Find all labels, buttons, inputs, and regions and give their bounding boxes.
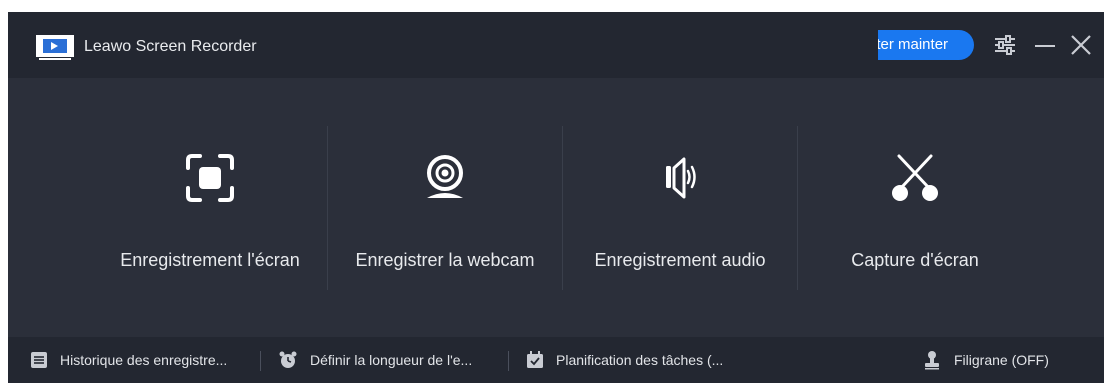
audio-record-label: Enregistrement audio (594, 250, 766, 270)
task-schedule-button[interactable]: Planification des tâches (... (526, 337, 723, 383)
webcam-icon (427, 155, 463, 198)
buy-now-button[interactable]: eter mainter (878, 30, 974, 60)
set-duration-button[interactable]: Définir la longueur de l'e... (278, 337, 472, 383)
screenshot-button[interactable]: Capture d'écran (798, 126, 1032, 290)
screen-record-button[interactable]: Enregistrement l'écran (93, 126, 327, 290)
webcam-record-button[interactable]: Enregistrer la webcam (328, 126, 562, 290)
set-duration-label: Définir la longueur de l'e... (310, 352, 473, 368)
close-icon[interactable] (1068, 32, 1094, 58)
divider (260, 351, 261, 371)
speaker-icon (666, 157, 696, 199)
app-title: Leawo Screen Recorder (84, 38, 257, 55)
list-icon (31, 352, 47, 368)
bottom-toolbar: Historique des enregistre... Définir la … (8, 337, 1104, 383)
alarm-clock-icon (279, 351, 297, 368)
recording-history-label: Historique des enregistre... (60, 352, 228, 368)
audio-record-button[interactable]: Enregistrement audio (563, 126, 797, 290)
screen-record-icon (186, 154, 234, 202)
app-window: Leawo Screen Recorder eter mainter (8, 12, 1104, 383)
settings-sliders-icon[interactable] (992, 32, 1018, 58)
screenshot-label: Capture d'écran (851, 250, 979, 270)
buy-now-label: eter mainter (878, 36, 949, 53)
screen-record-label: Enregistrement l'écran (120, 250, 300, 270)
title-bar: Leawo Screen Recorder eter mainter (8, 12, 1104, 78)
calendar-check-icon (527, 351, 543, 368)
divider (508, 351, 509, 371)
mode-panel: Enregistrement l'écran Enregistrer la we… (8, 78, 1104, 333)
task-schedule-label: Planification des tâches (... (556, 352, 724, 368)
minimize-icon[interactable] (1032, 32, 1058, 58)
recording-history-button[interactable]: Historique des enregistre... (30, 337, 227, 383)
webcam-record-label: Enregistrer la webcam (355, 250, 535, 270)
watermark-button[interactable]: Filigrane (OFF) (922, 337, 1049, 383)
stamp-icon (925, 351, 939, 370)
app-logo-icon (36, 35, 74, 60)
watermark-label: Filigrane (OFF) (954, 352, 1049, 368)
scissors-icon (892, 154, 938, 201)
